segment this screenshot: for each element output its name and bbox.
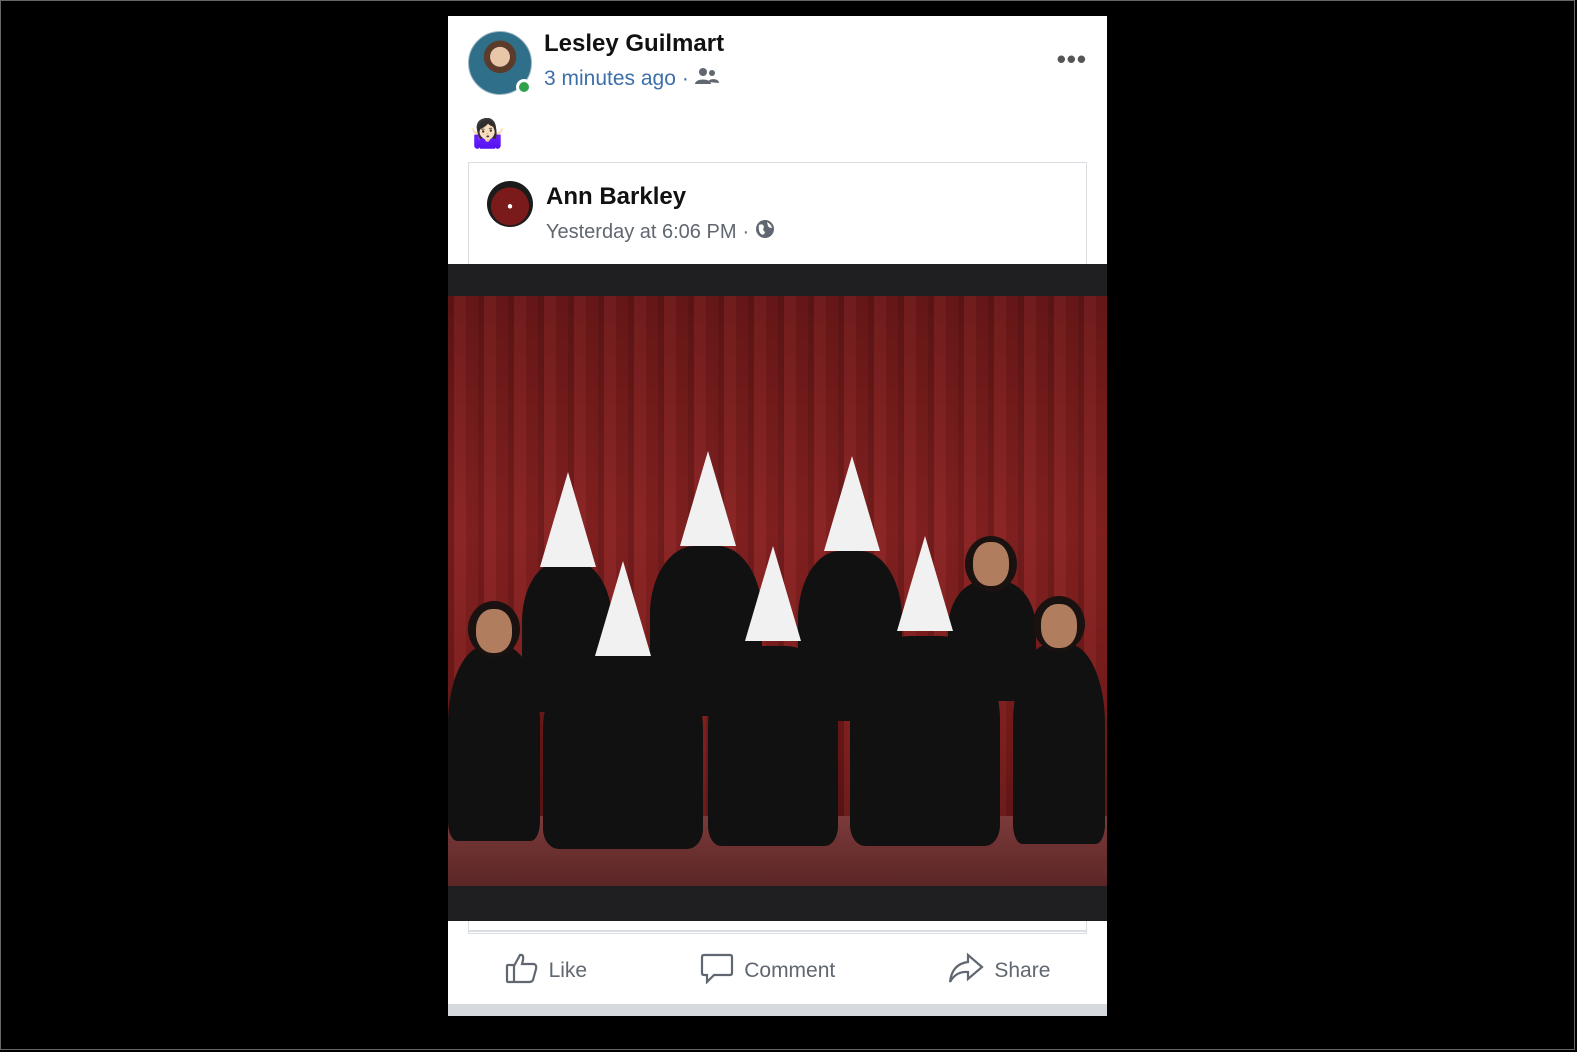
share-label: Share bbox=[994, 959, 1051, 982]
comment-button[interactable]: Comment bbox=[700, 952, 835, 990]
friends-icon bbox=[694, 67, 719, 91]
poster-avatar[interactable] bbox=[468, 31, 532, 95]
online-status-dot bbox=[516, 79, 532, 95]
bottom-separator bbox=[448, 1004, 1107, 1016]
divider bbox=[468, 930, 1087, 932]
like-button[interactable]: Like bbox=[505, 952, 588, 990]
shared-avatar[interactable] bbox=[487, 181, 533, 227]
like-label: Like bbox=[548, 959, 588, 982]
post-meta: 3 minutes ago · bbox=[544, 67, 719, 91]
comment-label: Comment bbox=[744, 959, 836, 982]
post-emoji: 🤷🏻‍♀️ bbox=[470, 118, 505, 149]
meta-separator: · bbox=[681, 67, 689, 90]
shared-author-name[interactable]: Ann Barkley bbox=[546, 183, 686, 211]
post-photo bbox=[448, 296, 1107, 886]
facebook-post: Lesley Guilmart 3 minutes ago · ••• 🤷🏻‍♀… bbox=[448, 16, 1107, 1016]
shared-timestamp[interactable]: Yesterday at 6:06 PM bbox=[546, 221, 737, 244]
post-media[interactable] bbox=[448, 264, 1107, 921]
thumbs-up-icon bbox=[505, 952, 539, 990]
post-timestamp[interactable]: 3 minutes ago bbox=[544, 67, 676, 91]
shared-meta: Yesterday at 6:06 PM · bbox=[546, 219, 775, 245]
share-button[interactable]: Share bbox=[948, 952, 1050, 990]
meta-separator: · bbox=[742, 220, 750, 243]
globe-icon bbox=[755, 219, 775, 245]
more-options-icon[interactable]: ••• bbox=[1057, 44, 1087, 75]
post-actions: Like Comment Share bbox=[448, 941, 1107, 1001]
poster-name[interactable]: Lesley Guilmart bbox=[544, 30, 724, 58]
share-arrow-icon bbox=[948, 952, 985, 990]
comment-icon bbox=[700, 952, 734, 990]
